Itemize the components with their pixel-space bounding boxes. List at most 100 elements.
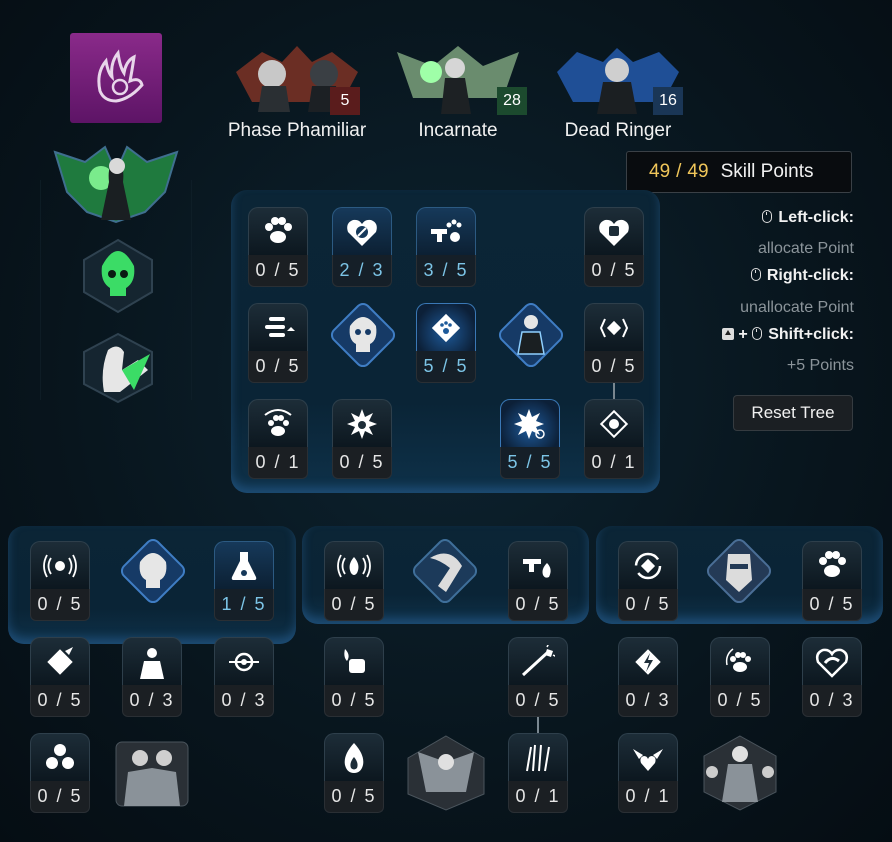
skill-count: 3 / 5 <box>416 255 476 287</box>
skill-count: 0 / 5 <box>248 351 308 383</box>
skill-node[interactable]: 5 / 5 <box>500 399 560 479</box>
class-name: Incarnate <box>418 120 498 141</box>
heart-swirl-icon <box>815 648 849 678</box>
bullets-icon <box>265 316 295 337</box>
gun-fire-icon <box>523 558 551 578</box>
skill-count: 2 / 3 <box>332 255 392 287</box>
skill-node[interactable]: 0 / 3 <box>214 637 274 717</box>
skill-node[interactable]: 0 / 1 <box>618 733 678 813</box>
masked-face-icon <box>726 554 752 592</box>
skill-points-separator: / <box>676 161 682 182</box>
skill-node[interactable]: 0 / 3 <box>802 637 862 717</box>
skill-count: 0 / 3 <box>214 685 274 717</box>
lightning-diamond-icon <box>635 648 661 675</box>
hand-spiral-icon <box>97 49 144 103</box>
gun-paw-icon <box>431 219 462 242</box>
skill-count: 0 / 3 <box>122 685 182 717</box>
skill-count: 0 / 1 <box>508 781 568 813</box>
fist-heart-icon <box>599 219 629 246</box>
class-name: Phase Phamiliar <box>227 120 367 141</box>
shift-click-key: Shift+click: <box>768 326 854 343</box>
twin-figures-capstone-icon[interactable] <box>110 732 194 812</box>
skill-node[interactable]: 0 / 1 <box>584 399 644 479</box>
skill-node[interactable]: 5 / 5 <box>416 303 476 383</box>
reset-tree-button[interactable]: Reset Tree <box>733 395 853 431</box>
level-badge: 5 <box>330 87 360 115</box>
biohazard-signal-icon <box>43 554 77 577</box>
skill-node[interactable]: 0 / 5 <box>324 541 384 621</box>
skill-node[interactable]: 0 / 5 <box>332 399 392 479</box>
skill-count: 0 / 5 <box>324 781 384 813</box>
skill-node[interactable]: 0 / 5 <box>30 637 90 717</box>
class-name: Dead Ringer <box>564 120 672 141</box>
mouse-icon <box>752 327 763 340</box>
skill-count: 0 / 5 <box>710 685 770 717</box>
skill-points-label: Skill Points <box>720 161 814 182</box>
skill-count: 0 / 1 <box>584 447 644 479</box>
skill-count: 0 / 5 <box>508 685 568 717</box>
bracket-diamond-icon <box>599 318 629 337</box>
skill-node[interactable]: 0 / 5 <box>584 207 644 287</box>
skill-node[interactable]: 2 / 3 <box>332 207 392 287</box>
skill-count: 0 / 5 <box>802 589 862 621</box>
skill-count: 0 / 3 <box>618 685 678 717</box>
paw-burst-icon <box>347 408 377 439</box>
biohazard-icon <box>46 743 74 769</box>
paw-splash-icon <box>819 550 846 577</box>
skill-node[interactable]: 0 / 5 <box>802 541 862 621</box>
skill-count: 0 / 5 <box>30 685 90 717</box>
skill-node[interactable]: 1 / 5 <box>214 541 274 621</box>
skill-node[interactable]: 0 / 1 <box>508 733 568 813</box>
skill-count: 0 / 5 <box>584 351 644 383</box>
burst-gear-icon <box>514 408 545 439</box>
skill-node[interactable]: 0 / 5 <box>508 541 568 621</box>
claws-icon <box>526 744 550 771</box>
sub-ultimate-node[interactable] <box>703 535 775 607</box>
right-click-key: Right-click: <box>766 267 854 284</box>
skill-count: 0 / 5 <box>324 589 384 621</box>
skill-node[interactable]: 0 / 5 <box>324 637 384 717</box>
fire-signal-icon <box>337 554 371 577</box>
skill-node[interactable]: 0 / 1 <box>248 399 308 479</box>
class-phase-phamiliar[interactable]: 5 Phase Phamiliar <box>228 42 366 142</box>
shield-heart-icon <box>347 219 377 246</box>
skill-points-current: 49 <box>649 161 671 182</box>
skill-node[interactable]: 0 / 3 <box>618 637 678 717</box>
class-dead-ringer[interactable]: 16 Dead Ringer <box>553 42 683 142</box>
reaper-capstone-icon[interactable] <box>404 732 488 812</box>
skill-count: 0 / 5 <box>324 685 384 717</box>
skill-count: 0 / 5 <box>332 447 392 479</box>
skill-count: 1 / 5 <box>214 589 274 621</box>
sub-ultimate-node[interactable] <box>117 535 189 607</box>
mouse-icon <box>750 268 761 281</box>
class-incarnate[interactable]: 28 Incarnate <box>393 42 527 142</box>
skill-node[interactable]: 0 / 5 <box>248 303 308 383</box>
skill-count: 0 / 5 <box>30 589 90 621</box>
winged-heart-icon <box>633 748 663 771</box>
figure-ultimate-node[interactable] <box>495 299 567 371</box>
skill-node[interactable]: 0 / 3 <box>122 637 182 717</box>
left-click-desc: allocate Point <box>757 240 854 257</box>
shift-key-icon <box>722 328 735 340</box>
skill-node[interactable]: 0 / 5 <box>710 637 770 717</box>
skill-node[interactable]: 0 / 5 <box>508 637 568 717</box>
mouse-icon <box>762 210 773 223</box>
burning-fist-icon <box>344 648 365 673</box>
shift-click-hint: + Shift+click: <box>722 326 854 344</box>
skill-node[interactable]: 0 / 5 <box>248 207 308 287</box>
skill-count: 0 / 5 <box>30 781 90 813</box>
priestess-capstone-icon[interactable] <box>700 732 780 812</box>
skill-node[interactable]: 0 / 5 <box>324 733 384 813</box>
sub-ultimate-node[interactable] <box>409 535 481 607</box>
skill-points-max: 49 <box>687 161 709 182</box>
skill-count: 0 / 1 <box>248 447 308 479</box>
skill-node[interactable]: 0 / 5 <box>30 733 90 813</box>
skill-node[interactable]: 3 / 5 <box>416 207 476 287</box>
skill-count: 0 / 1 <box>618 781 678 813</box>
cycle-diamond-icon <box>634 552 662 579</box>
paw-target-icon <box>264 408 292 436</box>
skill-node[interactable]: 0 / 5 <box>584 303 644 383</box>
skill-node[interactable]: 0 / 5 <box>30 541 90 621</box>
skill-node[interactable]: 0 / 5 <box>618 541 678 621</box>
skull-ultimate-node[interactable] <box>327 299 399 371</box>
